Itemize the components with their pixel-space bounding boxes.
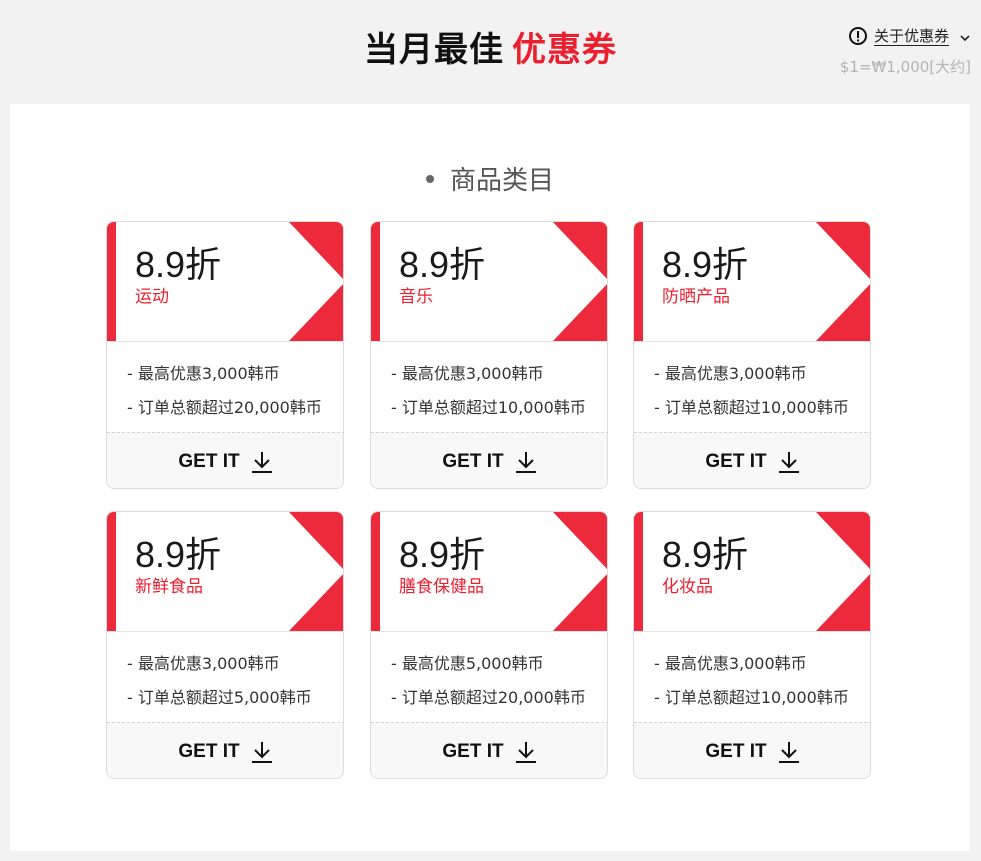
download-icon bbox=[250, 450, 274, 474]
coupon-discount: 8.9折 bbox=[399, 534, 486, 575]
coupon-max-discount: - 最高优惠5,000韩币 bbox=[391, 654, 544, 673]
coupon-panel: 商品类目 8.9折 运动 - 最高优惠3,000韩币 - 订单总额超过20,000韩币… bbox=[10, 104, 970, 851]
coupon-max-discount: - 最高优惠3,000韩币 bbox=[391, 364, 544, 383]
get-coupon-button[interactable]: GET IT bbox=[371, 722, 607, 778]
coupon-category: 音乐 bbox=[399, 287, 433, 307]
coupon-discount: 8.9折 bbox=[135, 244, 222, 285]
coupon-discount: 8.9折 bbox=[399, 244, 486, 285]
coupon-stripe bbox=[371, 512, 380, 631]
coupon-arrow-decoration bbox=[816, 222, 870, 341]
coupon-min-order: - 订单总额超过10,000韩币 bbox=[654, 688, 849, 707]
coupon-discount: 8.9折 bbox=[135, 534, 222, 575]
coupon-min-order: - 订单总额超过5,000韩币 bbox=[127, 688, 312, 707]
coupon-header: 8.9折 防晒产品 bbox=[634, 222, 870, 341]
coupon-min-order: - 订单总额超过20,000韩币 bbox=[391, 688, 586, 707]
get-coupon-button[interactable]: GET IT bbox=[107, 432, 343, 488]
coupon-category: 化妆品 bbox=[662, 577, 713, 597]
coupon-discount: 8.9折 bbox=[662, 244, 749, 285]
exchange-rate: $1=₩1,000[大约] bbox=[839, 58, 971, 76]
coupon-terms: - 最高优惠3,000韩币 - 订单总额超过10,000韩币 bbox=[371, 341, 607, 432]
coupon-min-order: - 订单总额超过10,000韩币 bbox=[654, 398, 849, 417]
coupon-max-discount: - 最高优惠3,000韩币 bbox=[127, 364, 280, 383]
coupon-min-order: - 订单总额超过10,000韩币 bbox=[391, 398, 586, 417]
coupon-stripe bbox=[107, 512, 116, 631]
coupon-arrow-decoration bbox=[553, 222, 607, 341]
coupon-header: 8.9折 膳食保健品 bbox=[371, 512, 607, 631]
coupon-max-discount: - 最高优惠3,000韩币 bbox=[654, 654, 807, 673]
coupon-terms: - 最高优惠3,000韩币 - 订单总额超过20,000韩币 bbox=[107, 341, 343, 432]
get-coupon-button[interactable]: GET IT bbox=[371, 432, 607, 488]
coupon-arrow-decoration bbox=[289, 222, 343, 341]
coupon-stripe bbox=[634, 512, 643, 631]
coupon-stripe bbox=[371, 222, 380, 341]
coupon-arrow-decoration bbox=[289, 512, 343, 631]
coupon-discount: 8.9折 bbox=[662, 534, 749, 575]
about-coupons-label: 关于优惠券 bbox=[873, 26, 949, 46]
coupon-arrow-decoration bbox=[816, 512, 870, 631]
coupon-header: 8.9折 音乐 bbox=[371, 222, 607, 341]
get-coupon-button[interactable]: GET IT bbox=[634, 722, 870, 778]
coupon-category: 防晒产品 bbox=[662, 287, 730, 307]
coupon-header: 8.9折 化妆品 bbox=[634, 512, 870, 631]
coupon-terms: - 最高优惠3,000韩币 - 订单总额超过10,000韩币 bbox=[634, 341, 870, 432]
coupon-stripe bbox=[634, 222, 643, 341]
page-title: 当月最佳 优惠券 bbox=[0, 22, 981, 71]
bullet-dot-icon bbox=[425, 174, 434, 183]
exclamation-circle-icon bbox=[848, 26, 868, 46]
coupon-card: 8.9折 运动 - 最高优惠3,000韩币 - 订单总额超过20,000韩币 GET I… bbox=[106, 221, 344, 489]
get-coupon-button[interactable]: GET IT bbox=[107, 722, 343, 778]
section-title-text: 商品类目 bbox=[449, 166, 554, 196]
coupon-card: 8.9折 音乐 - 最高优惠3,000韩币 - 订单总额超过10,000韩币 GET I… bbox=[370, 221, 608, 489]
coupon-category: 新鲜食品 bbox=[135, 577, 203, 597]
coupon-header: 8.9折 新鲜食品 bbox=[107, 512, 343, 631]
coupon-card: 8.9折 膳食保健品 - 最高优惠5,000韩币 - 订单总额超过20,000韩币 GE… bbox=[370, 511, 608, 779]
coupon-terms: - 最高优惠5,000韩币 - 订单总额超过20,000韩币 bbox=[371, 631, 607, 722]
page-title-accent: 优惠券 bbox=[512, 30, 617, 70]
coupon-header: 8.9折 运动 bbox=[107, 222, 343, 341]
get-coupon-label: GET IT bbox=[178, 740, 240, 762]
get-coupon-button[interactable]: GET IT bbox=[634, 432, 870, 488]
coupon-card: 8.9折 化妆品 - 最高优惠3,000韩币 - 订单总额超过10,000韩币 GET … bbox=[633, 511, 871, 779]
download-icon bbox=[777, 740, 801, 764]
coupon-category: 运动 bbox=[135, 287, 169, 307]
about-coupons-toggle[interactable]: 关于优惠券 bbox=[848, 26, 971, 46]
section-title: 商品类目 bbox=[10, 160, 970, 197]
coupon-card: 8.9折 防晒产品 - 最高优惠3,000韩币 - 订单总额超过10,000韩币 GET… bbox=[633, 221, 871, 489]
download-icon bbox=[250, 740, 274, 764]
download-icon bbox=[514, 740, 538, 764]
coupon-min-order: - 订单总额超过20,000韩币 bbox=[127, 398, 322, 417]
coupon-terms: - 最高优惠3,000韩币 - 订单总额超过5,000韩币 bbox=[107, 631, 343, 722]
coupon-arrow-decoration bbox=[553, 512, 607, 631]
coupon-terms: - 最高优惠3,000韩币 - 订单总额超过10,000韩币 bbox=[634, 631, 870, 722]
chevron-down-icon bbox=[959, 30, 971, 42]
page-title-text: 当月最佳 bbox=[364, 30, 504, 70]
get-coupon-label: GET IT bbox=[178, 450, 240, 472]
coupon-category: 膳食保健品 bbox=[399, 577, 484, 597]
download-icon bbox=[777, 450, 801, 474]
get-coupon-label: GET IT bbox=[705, 740, 767, 762]
get-coupon-label: GET IT bbox=[705, 450, 767, 472]
download-icon bbox=[514, 450, 538, 474]
get-coupon-label: GET IT bbox=[442, 450, 504, 472]
coupon-max-discount: - 最高优惠3,000韩币 bbox=[127, 654, 280, 673]
coupon-stripe bbox=[107, 222, 116, 341]
coupon-max-discount: - 最高优惠3,000韩币 bbox=[654, 364, 807, 383]
get-coupon-label: GET IT bbox=[442, 740, 504, 762]
coupon-card: 8.9折 新鲜食品 - 最高优惠3,000韩币 - 订单总额超过5,000韩币 GET … bbox=[106, 511, 344, 779]
